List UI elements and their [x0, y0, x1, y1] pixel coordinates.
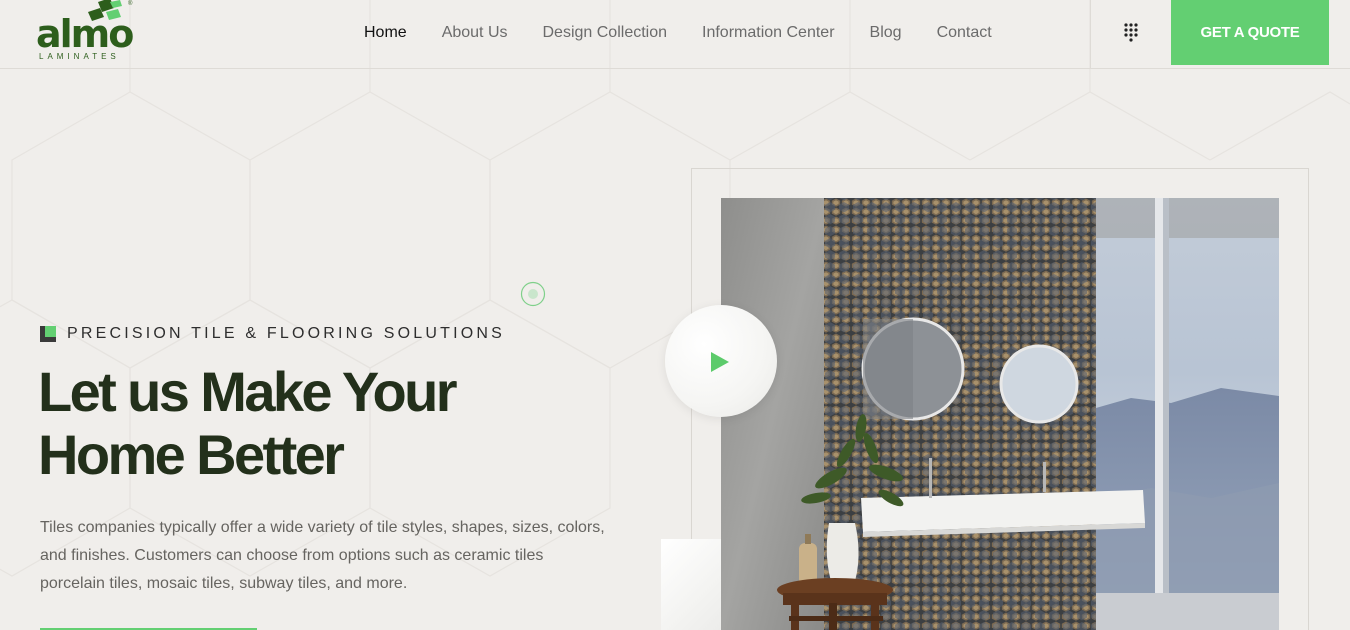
- nav-home[interactable]: Home: [364, 22, 407, 44]
- hero-description: Tiles companies typically offer a wide v…: [40, 519, 605, 592]
- registered-mark: ®: [128, 1, 133, 7]
- hero-eyebrow: PRECISION TILE & FLOORING SOLUTIONS: [40, 324, 505, 344]
- logo-wordmark: almo: [36, 12, 134, 56]
- play-icon: [711, 352, 729, 372]
- dots-grid-icon[interactable]: [1122, 22, 1140, 44]
- nav-information-center[interactable]: Information Center: [702, 22, 835, 44]
- decorative-ring-icon: [520, 281, 546, 307]
- brand-logo[interactable]: ® almo LAMINATES: [36, 0, 136, 64]
- hero-title: Let us Make Your Home Better: [38, 360, 638, 486]
- marble-tile-decoration: [661, 539, 723, 630]
- nav-blog[interactable]: Blog: [870, 22, 902, 44]
- get-a-quote-button[interactable]: GET A QUOTE: [1171, 0, 1329, 65]
- hero-title-line1: Let us Make Your: [38, 360, 458, 423]
- header-divider: [1090, 0, 1091, 68]
- hero-eyebrow-text: PRECISION TILE & FLOORING SOLUTIONS: [67, 325, 505, 342]
- main-navigation: Home About Us Design Collection Informat…: [364, 22, 1027, 44]
- nav-design-collection[interactable]: Design Collection: [543, 22, 668, 44]
- hero-title-line2: Home Better: [38, 423, 345, 486]
- site-header: ® almo LAMINATES Home About Us Design Co…: [0, 0, 1350, 69]
- nav-contact[interactable]: Contact: [937, 22, 992, 44]
- nav-about-us[interactable]: About Us: [442, 22, 508, 44]
- hero-bathroom-photo: [721, 198, 1279, 630]
- logo-subtext: LAMINATES: [39, 52, 120, 61]
- play-video-button[interactable]: [665, 305, 777, 417]
- square-accent-icon: [40, 326, 56, 342]
